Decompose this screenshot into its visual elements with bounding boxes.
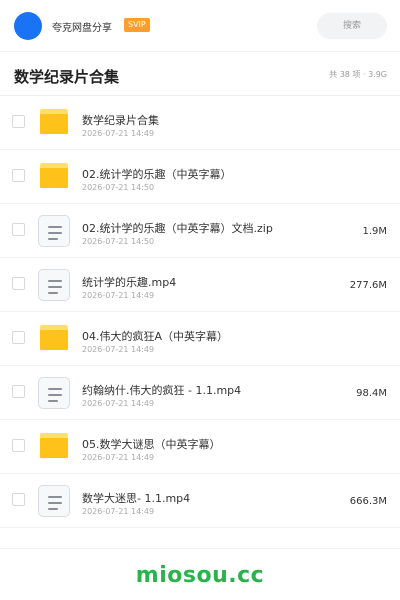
folder-icon [38, 161, 70, 193]
file-date: 2026-07-21 14:50 [82, 183, 155, 192]
select-checkbox[interactable] [12, 439, 25, 452]
file-row[interactable]: 02.统计学的乐趣（中英字幕）文档.zip 2026-07-21 14:50 1.9… [0, 204, 400, 258]
file-row[interactable]: 02.统计学的乐趣（中英字幕） 2026-07-21 14:50 [0, 150, 400, 204]
select-checkbox[interactable] [12, 223, 25, 236]
file-name: 04.伟大的疯狂A（中英字幕） [82, 330, 229, 343]
file-date: 2026-07-21 14:49 [82, 507, 155, 516]
document-icon [38, 485, 70, 517]
file-row[interactable]: 05.数学大谜思（中英字幕） 2026-07-21 14:49 [0, 420, 400, 474]
file-size: 666.3M [349, 496, 387, 507]
document-icon [38, 377, 70, 409]
username: 夸克网盘分享 [52, 23, 112, 34]
document-icon [38, 215, 70, 247]
search-input[interactable]: 搜索 [317, 13, 387, 39]
file-row[interactable]: 数学纪录片合集 2026-07-21 14:49 [0, 96, 400, 150]
file-date: 2026-07-21 14:49 [82, 345, 155, 354]
file-name: 数学大迷思- 1.1.mp4 [82, 492, 191, 505]
file-date: 2026-07-21 14:49 [82, 291, 155, 300]
folder-icon [38, 431, 70, 463]
file-row[interactable]: 数学大迷思- 1.1.mp4 2026-07-21 14:49 666.3M [0, 474, 400, 528]
file-name: 02.统计学的乐趣（中英字幕） [82, 168, 232, 181]
file-name: 约翰纳什.伟大的疯狂 - 1.1.mp4 [82, 384, 242, 397]
select-checkbox[interactable] [12, 169, 25, 182]
file-row[interactable]: 04.伟大的疯狂A（中英字幕） 2026-07-21 14:49 [0, 312, 400, 366]
file-date: 2026-07-21 14:49 [82, 129, 155, 138]
select-checkbox[interactable] [12, 493, 25, 506]
page-title: 数学纪录片合集 [14, 68, 120, 86]
file-name: 05.数学大谜思（中英字幕） [82, 438, 221, 451]
item-summary: 共 38 项 · 3.9G [329, 70, 387, 79]
title-row: 数学纪录片合集 共 38 项 · 3.9G [0, 52, 400, 96]
watermark: miosou.cc [135, 563, 265, 588]
folder-icon [38, 323, 70, 355]
select-checkbox[interactable] [12, 115, 25, 128]
select-checkbox[interactable] [12, 277, 25, 290]
file-list: 数学纪录片合集 2026-07-21 14:49 02.统计学的乐趣（中英字幕） 20… [0, 96, 400, 528]
footer: miosou.cc [0, 548, 400, 600]
file-date: 2026-07-21 14:49 [82, 453, 155, 462]
file-size: 98.4M [356, 388, 387, 399]
file-row[interactable]: 统计学的乐趣.mp4 2026-07-21 14:49 277.6M [0, 258, 400, 312]
file-name: 数学纪录片合集 [82, 114, 159, 127]
document-icon [38, 269, 70, 301]
select-checkbox[interactable] [12, 385, 25, 398]
file-name: 02.统计学的乐趣（中英字幕）文档.zip [82, 222, 273, 235]
folder-icon [38, 107, 70, 139]
select-checkbox[interactable] [12, 331, 25, 344]
file-size: 1.9M [362, 226, 387, 237]
file-size: 277.6M [349, 280, 387, 291]
avatar[interactable] [14, 12, 42, 40]
file-name: 统计学的乐趣.mp4 [82, 276, 177, 289]
header: 夸克网盘分享 SVIP 搜索 [0, 0, 400, 52]
file-date: 2026-07-21 14:50 [82, 237, 155, 246]
file-date: 2026-07-21 14:49 [82, 399, 155, 408]
file-row[interactable]: 约翰纳什.伟大的疯狂 - 1.1.mp4 2026-07-21 14:49 98.4… [0, 366, 400, 420]
svip-badge: SVIP [124, 18, 150, 32]
